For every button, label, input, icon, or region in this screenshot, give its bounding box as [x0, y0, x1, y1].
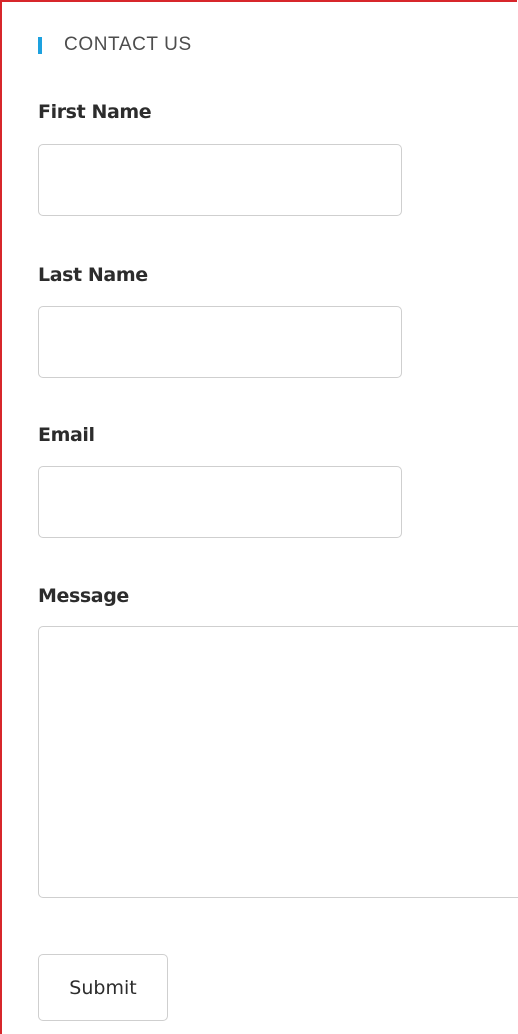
email-input[interactable]	[38, 466, 402, 538]
last-name-label: Last Name	[38, 264, 148, 286]
header-accent-bar	[38, 36, 42, 54]
section-title: CONTACT US	[64, 34, 192, 55]
last-name-input[interactable]	[38, 306, 402, 378]
message-textarea[interactable]	[38, 626, 518, 898]
email-label: Email	[38, 424, 95, 446]
section-header: CONTACT US	[38, 33, 192, 57]
message-label: Message	[38, 585, 129, 607]
first-name-label: First Name	[38, 101, 152, 123]
first-name-input[interactable]	[38, 144, 402, 216]
submit-button[interactable]: Submit	[38, 954, 168, 1021]
